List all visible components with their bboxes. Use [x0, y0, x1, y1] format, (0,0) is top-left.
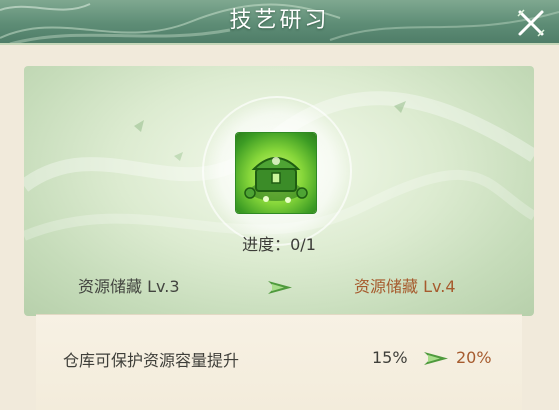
current-level-text: 资源储藏 Lv.3	[78, 277, 180, 296]
stat-row: 仓库可保护资源容量提升 15% 20%	[36, 314, 522, 410]
next-level-text: 资源储藏 Lv.4	[354, 277, 456, 296]
close-button[interactable]	[514, 6, 548, 40]
arrow-right-icon	[424, 352, 448, 365]
progress-text: 进度：0/1	[24, 231, 534, 255]
progress-label: 进度：	[242, 235, 291, 254]
stat-label: 仓库可保护资源容量提升	[63, 351, 240, 370]
skill-study-panel: 技艺研习 进度：0/1 资源储藏 Lv.3 资源储藏 Lv.4 仓库可保护资源容…	[0, 0, 559, 410]
arrow-right-icon	[268, 281, 292, 294]
level-upgrade-row: 资源储藏 Lv.3 资源储藏 Lv.4	[24, 272, 534, 302]
panel-title: 技艺研习	[229, 8, 330, 33]
close-icon	[517, 9, 545, 37]
treasure-chest-graphic	[244, 157, 308, 203]
stat-next-value: 20%	[456, 348, 492, 367]
stat-current-value: 15%	[372, 348, 408, 367]
panel-header: 技艺研习	[0, 0, 559, 45]
treasure-chest-icon[interactable]	[236, 133, 316, 213]
progress-value: 0/1	[290, 235, 316, 254]
skill-scene: 进度：0/1 资源储藏 Lv.3 资源储藏 Lv.4	[24, 66, 534, 316]
